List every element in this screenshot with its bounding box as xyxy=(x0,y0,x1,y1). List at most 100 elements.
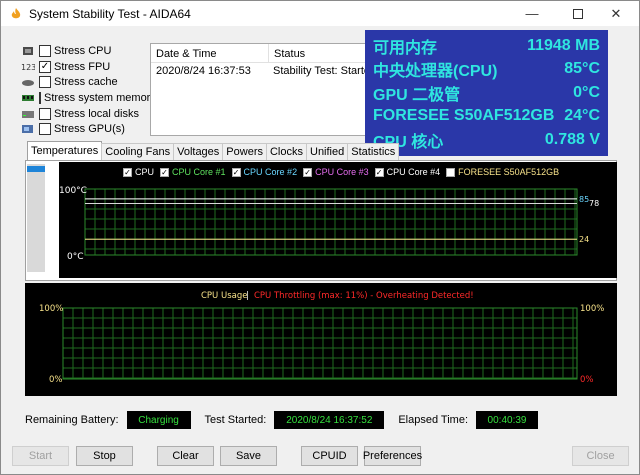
overlay-value: 24°C xyxy=(564,107,600,125)
column-status[interactable]: Status xyxy=(268,44,369,62)
legend-item-core1[interactable]: ✓ CPU Core #1 xyxy=(160,167,226,177)
window-title: System Stability Test - AIDA64 xyxy=(29,6,191,21)
legend-label: CPU xyxy=(135,167,155,177)
battery-label: Remaining Battery: xyxy=(25,414,119,426)
overlay-row-disk-temp: FORESEE S50AF512GB 24°C xyxy=(373,105,600,129)
status-table-header: Date & Time Status xyxy=(151,44,369,63)
svg-text:123: 123 xyxy=(21,63,35,72)
temperature-graph: 100°C 0°C 85 78 24 xyxy=(59,162,617,278)
stress-cpu-label: Stress CPU xyxy=(54,44,112,57)
legend-label: CPU Core #1 xyxy=(172,167,226,177)
stress-gpu-option[interactable]: Stress GPU(s) xyxy=(21,121,151,137)
disk-drive-icon xyxy=(21,108,35,120)
stress-cpu-checkbox[interactable] xyxy=(39,44,51,57)
stress-gpu-checkbox[interactable] xyxy=(39,123,51,136)
tab-powers[interactable]: Powers xyxy=(222,143,267,160)
stress-fpu-checkbox[interactable]: ✓ xyxy=(39,60,51,73)
y-max-right: 100% xyxy=(580,304,604,314)
stress-disks-checkbox[interactable] xyxy=(39,107,51,120)
clear-button[interactable]: Clear xyxy=(157,446,214,466)
legend-item-core2[interactable]: ✓ CPU Core #2 xyxy=(231,167,297,177)
test-started-value: 2020/8/24 16:37:52 xyxy=(274,411,385,429)
save-button[interactable]: Save xyxy=(220,446,277,466)
stress-cache-option[interactable]: Stress cache xyxy=(21,74,151,90)
stress-disks-option[interactable]: Stress local disks xyxy=(21,106,151,122)
tab-unified[interactable]: Unified xyxy=(306,143,349,160)
battery-value: Charging xyxy=(126,411,191,429)
overlay-row-memory: 可用内存 11948 MB xyxy=(373,34,600,58)
preferences-button[interactable]: Preferences xyxy=(363,446,422,466)
y-min-left: 0% xyxy=(49,375,63,385)
cache-icon xyxy=(21,76,35,88)
legend-checkbox[interactable]: ✓ xyxy=(303,167,313,177)
gpu-card-icon xyxy=(21,123,35,135)
cpuid-button[interactable]: CPUID xyxy=(301,446,358,466)
row-date-time: 2020/8/24 16:37:53 xyxy=(156,65,251,77)
legend-item-core4[interactable]: ✓ CPU Core #4 xyxy=(374,167,441,177)
tab-statistics[interactable]: Statistics xyxy=(347,143,400,160)
legend-item-cpu[interactable]: ✓ CPU xyxy=(123,167,154,177)
y-min-right: 0% xyxy=(580,375,594,385)
stress-cache-checkbox[interactable] xyxy=(39,76,51,89)
sensor-overlay-panel: 可用内存 11948 MB 中央处理器(CPU) 85°C GPU 二极管 0°… xyxy=(365,30,608,156)
stress-memory-label: Stress system memory xyxy=(44,91,156,104)
overlay-row-cpu-temp: 中央处理器(CPU) 85°C xyxy=(373,58,600,82)
readout-core: 78 xyxy=(589,199,599,208)
memory-module-icon xyxy=(21,92,35,104)
stress-cache-label: Stress cache xyxy=(54,76,118,89)
legend-checkbox[interactable]: ✓ xyxy=(374,167,384,177)
y-max-label: 100°C xyxy=(59,186,87,196)
elapsed-time-label: Elapsed Time: xyxy=(398,414,469,426)
legend-checkbox[interactable]: ✓ xyxy=(160,167,170,177)
overlay-row-gpu-temp: GPU 二极管 0°C xyxy=(373,81,600,105)
close-button[interactable]: Close xyxy=(572,446,629,466)
sensor-list-scroll[interactable] xyxy=(27,164,45,272)
minimize-button[interactable]: — xyxy=(509,1,555,26)
test-started-label: Test Started: xyxy=(204,414,267,426)
stress-gpu-label: Stress GPU(s) xyxy=(54,123,125,136)
overlay-value: 0°C xyxy=(573,83,600,101)
legend-label: CPU Core #4 xyxy=(386,167,441,177)
table-row[interactable]: 2020/8/24 16:37:53 Stability Test: Start… xyxy=(151,63,377,79)
temperature-legend: ✓ CPU ✓ CPU Core #1 ✓ CPU Core #2 ✓ CPU … xyxy=(123,167,559,177)
start-button[interactable]: Start xyxy=(12,446,69,466)
throttle-title: CPU Throttling (max: 11%) - Overheating … xyxy=(254,291,474,301)
legend-item-foresee[interactable]: FORESEE S50AF512GB xyxy=(446,167,559,177)
tab-clocks[interactable]: Clocks xyxy=(265,143,307,160)
sensor-list-scroll-thumb[interactable] xyxy=(27,166,45,172)
legend-label: CPU Core #3 xyxy=(315,167,369,177)
legend-checkbox[interactable]: ✓ xyxy=(231,167,241,177)
tab-temperatures[interactable]: Temperatures xyxy=(27,141,103,160)
readout-cpu: 85 xyxy=(579,195,589,204)
tab-cooling-fans[interactable]: Cooling Fans xyxy=(101,143,175,160)
overlay-label: 可用内存 xyxy=(373,39,438,57)
close-window-button[interactable]: ✕ xyxy=(593,1,639,26)
column-date-time[interactable]: Date & Time xyxy=(151,44,268,62)
overlay-label: GPU 二极管 xyxy=(373,86,461,104)
stop-button[interactable]: Stop xyxy=(76,446,133,466)
fpu-numbers-icon: 123 xyxy=(21,61,35,73)
stress-memory-option[interactable]: Stress system memory xyxy=(21,90,156,106)
elapsed-time-value: 00:40:39 xyxy=(476,411,539,429)
cpu-chip-icon xyxy=(21,45,35,57)
stress-cpu-option[interactable]: Stress CPU xyxy=(21,43,151,59)
tab-voltages[interactable]: Voltages xyxy=(173,143,224,160)
overlay-value: 85°C xyxy=(564,60,600,78)
overlay-row-cpu-voltage: CPU 核心 0.788 V xyxy=(373,128,600,152)
y-max-left: 100% xyxy=(39,304,63,314)
overlay-value: 0.788 V xyxy=(544,130,600,148)
stress-fpu-label: Stress FPU xyxy=(54,60,111,73)
stress-options: Stress CPU 123 ✓ Stress FPU Stress cache… xyxy=(21,43,156,137)
stress-fpu-option[interactable]: 123 ✓ Stress FPU xyxy=(21,59,151,75)
aida64-flame-icon xyxy=(11,7,21,18)
row-status: Stability Test: Started xyxy=(273,65,377,77)
usage-title: CPU Usage xyxy=(201,291,247,301)
legend-checkbox[interactable]: ✓ xyxy=(123,167,132,177)
legend-item-core3[interactable]: ✓ CPU Core #3 xyxy=(303,167,369,177)
maximize-icon xyxy=(573,8,583,19)
test-info-bar: Remaining Battery: Charging Test Started… xyxy=(25,411,539,429)
title-separator: | xyxy=(246,291,249,301)
legend-checkbox[interactable] xyxy=(446,167,456,177)
stability-test-window: System Stability Test - AIDA64 — ✕ Stres… xyxy=(0,0,640,475)
stress-memory-checkbox[interactable] xyxy=(39,91,41,104)
